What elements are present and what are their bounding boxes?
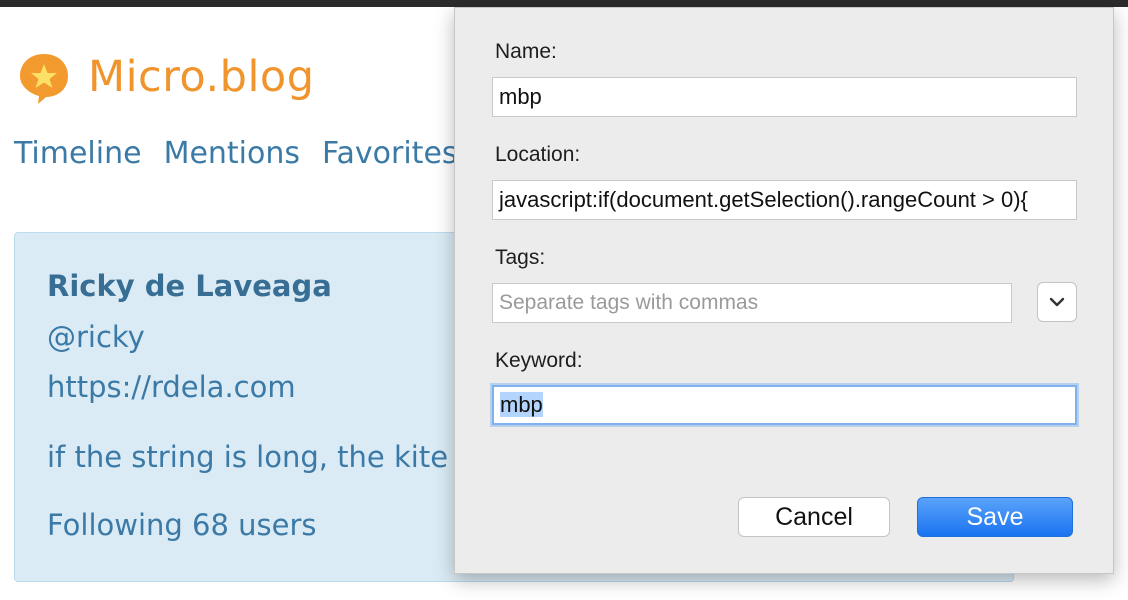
profile-name: Ricky de Laveaga xyxy=(47,269,332,303)
main-nav: Timeline Mentions Favorites xyxy=(14,136,480,171)
location-label: Location: xyxy=(495,143,581,166)
chevron-down-icon xyxy=(1049,297,1065,307)
tags-label: Tags: xyxy=(495,246,546,269)
nav-timeline[interactable]: Timeline xyxy=(14,136,142,171)
profile-handle[interactable]: @ricky xyxy=(47,320,145,354)
nav-mentions[interactable]: Mentions xyxy=(164,136,300,171)
nav-favorites[interactable]: Favorites xyxy=(322,136,458,171)
keyword-field[interactable]: mbp xyxy=(492,385,1077,425)
star-speech-bubble-icon xyxy=(20,54,68,104)
profile-bio: if the string is long, the kite f xyxy=(47,440,468,474)
cancel-button[interactable]: Cancel xyxy=(738,497,890,537)
bookmark-dialog: Name: mbp Location: javascript:if(docume… xyxy=(454,7,1114,574)
tags-dropdown-button[interactable] xyxy=(1037,282,1077,322)
location-field[interactable]: javascript:if(document.getSelection().ra… xyxy=(492,180,1077,220)
keyword-selected-text: mbp xyxy=(500,392,543,417)
window-top-bar xyxy=(0,0,1128,7)
save-button[interactable]: Save xyxy=(917,497,1073,537)
tags-field[interactable]: Separate tags with commas xyxy=(492,283,1012,323)
keyword-label: Keyword: xyxy=(495,349,583,372)
name-label: Name: xyxy=(495,40,557,63)
site-logo-text[interactable]: Micro.blog xyxy=(88,52,315,102)
profile-following-link[interactable]: Following 68 users xyxy=(47,508,317,542)
profile-url-link[interactable]: https://rdela.com xyxy=(47,370,296,404)
name-field[interactable]: mbp xyxy=(492,77,1077,117)
